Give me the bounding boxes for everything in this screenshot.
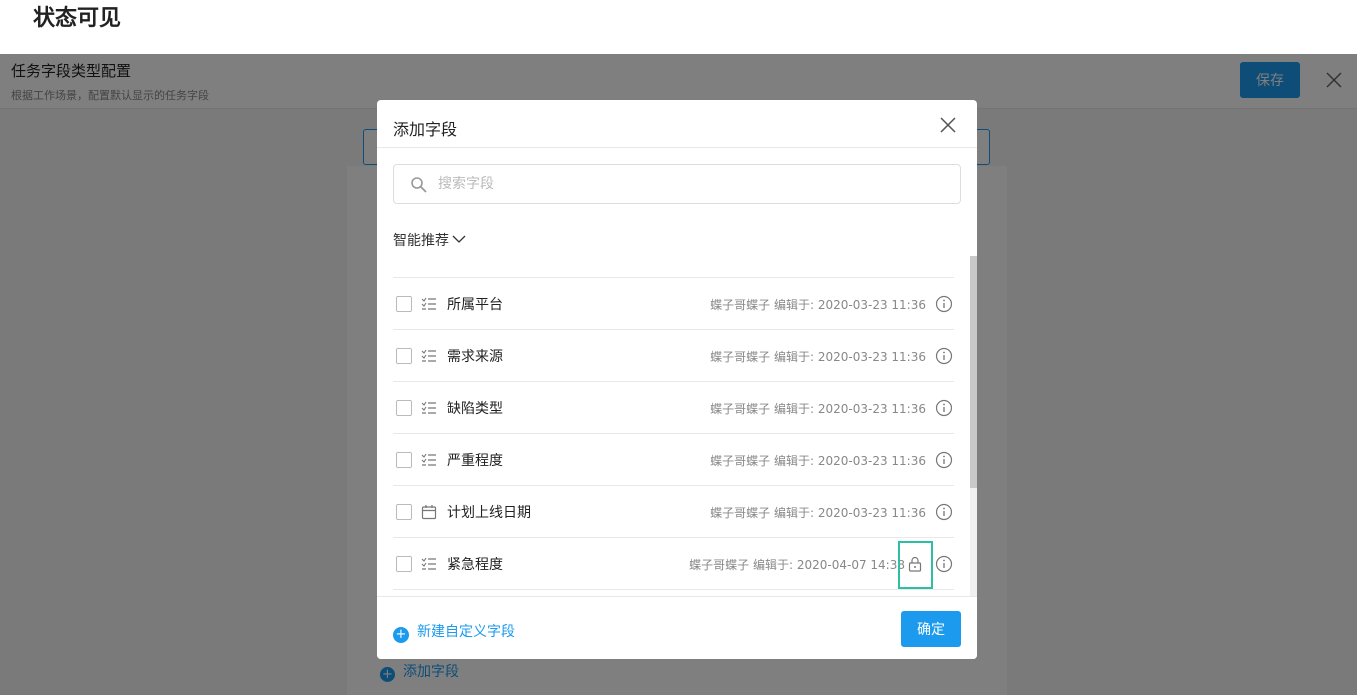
list-item[interactable]: 严重程度 蝶子哥蝶子 编辑于: 2020-03-23 11:36 [393,434,954,486]
annotation-title-text: 状态可见 [33,6,122,31]
scrollbar-thumb[interactable] [970,256,977,488]
field-editor: 蝶子哥蝶子 [689,558,750,572]
new-custom-field-label: 新建自定义字段 [417,624,515,640]
field-name: 缺陷类型 [447,401,503,417]
field-name: 需求来源 [447,349,503,365]
confirm-button[interactable]: 确定 [901,611,961,647]
field-edited-at: 2020-03-23 11:36 [817,298,926,312]
info-icon[interactable] [935,503,953,521]
lock-icon [908,556,922,572]
field-name: 计划上线日期 [447,505,531,521]
checkbox[interactable] [396,452,412,468]
list-item[interactable]: 缺陷类型 蝶子哥蝶子 编辑于: 2020-03-23 11:36 [393,382,954,434]
checkbox[interactable] [396,348,412,364]
chevron-down-icon [452,235,466,243]
list-item[interactable]: 所属平台 蝶子哥蝶子 编辑于: 2020-03-23 11:36 [393,278,954,330]
list-icon [421,453,436,466]
info-icon[interactable] [935,451,953,469]
field-editor: 蝶子哥蝶子 [710,350,771,364]
checkbox[interactable] [396,296,412,312]
field-edited-prefix: 编辑于: [752,558,794,572]
recommend-dropdown[interactable]: 智能推荐 [393,230,466,250]
info-icon[interactable] [935,347,953,365]
list-item[interactable]: 需求来源 蝶子哥蝶子 编辑于: 2020-03-23 11:36 [393,330,954,382]
dialog-title: 添加字段 [393,120,458,139]
annotation-header: 状态可见 [0,0,1357,54]
dialog-header: 添加字段 [377,100,977,148]
field-edited-prefix: 编辑于: [773,454,815,468]
field-edited-at: 2020-03-23 11:36 [817,402,926,416]
field-edited-prefix: 编辑于: [773,402,815,416]
field-name: 所属平台 [447,297,503,313]
info-icon[interactable] [935,555,953,573]
list-item[interactable]: 计划上线日期 蝶子哥蝶子 编辑于: 2020-03-23 11:36 [393,486,954,538]
search-field[interactable] [393,164,961,204]
recommend-label: 智能推荐 [393,233,449,249]
field-editor: 蝶子哥蝶子 [710,454,771,468]
search-input[interactable] [438,173,938,195]
list-icon [421,349,436,362]
list-item-partial [393,256,954,278]
field-meta: 蝶子哥蝶子 编辑于: 2020-03-23 11:36 [710,296,926,313]
field-meta: 蝶子哥蝶子 编辑于: 2020-04-07 14:38 [689,556,905,573]
info-icon[interactable] [935,399,953,417]
field-meta: 蝶子哥蝶子 编辑于: 2020-03-23 11:36 [710,504,926,521]
search-icon [411,177,427,193]
field-meta: 蝶子哥蝶子 编辑于: 2020-03-23 11:36 [710,348,926,365]
checkbox[interactable] [396,400,412,416]
calendar-icon [421,505,437,520]
field-edited-at: 2020-03-23 11:36 [817,350,926,364]
checkbox[interactable] [396,556,412,572]
field-edited-at: 2020-04-07 14:38 [796,558,905,572]
field-meta: 蝶子哥蝶子 编辑于: 2020-03-23 11:36 [710,452,926,469]
add-field-dialog: 添加字段 智能推荐 所属平台 蝶子哥蝶子 编辑于: 2020-03-23 11:… [377,100,977,659]
new-custom-field-button[interactable]: + 新建自定义字段 [393,621,515,643]
field-editor: 蝶子哥蝶子 [710,506,771,520]
checkbox[interactable] [396,504,412,520]
field-edited-prefix: 编辑于: [773,298,815,312]
list-icon [421,557,436,570]
field-edited-prefix: 编辑于: [773,350,815,364]
field-editor: 蝶子哥蝶子 [710,298,771,312]
info-icon[interactable] [935,295,953,313]
field-edited-prefix: 编辑于: [773,506,815,520]
field-meta: 蝶子哥蝶子 编辑于: 2020-03-23 11:36 [710,400,926,417]
field-name: 严重程度 [447,453,503,469]
list-icon [421,401,436,414]
field-edited-at: 2020-03-23 11:36 [817,454,926,468]
dialog-footer: + 新建自定义字段 确定 [377,596,977,659]
list-item[interactable]: 紧急程度 蝶子哥蝶子 编辑于: 2020-04-07 14:38 [393,538,954,590]
close-icon[interactable] [939,116,957,134]
plus-circle-icon: + [393,627,409,643]
field-edited-at: 2020-03-23 11:36 [817,506,926,520]
field-editor: 蝶子哥蝶子 [710,402,771,416]
field-name: 紧急程度 [447,557,503,573]
annotation-title: 状态可见 [33,5,122,33]
list-icon [421,297,436,310]
